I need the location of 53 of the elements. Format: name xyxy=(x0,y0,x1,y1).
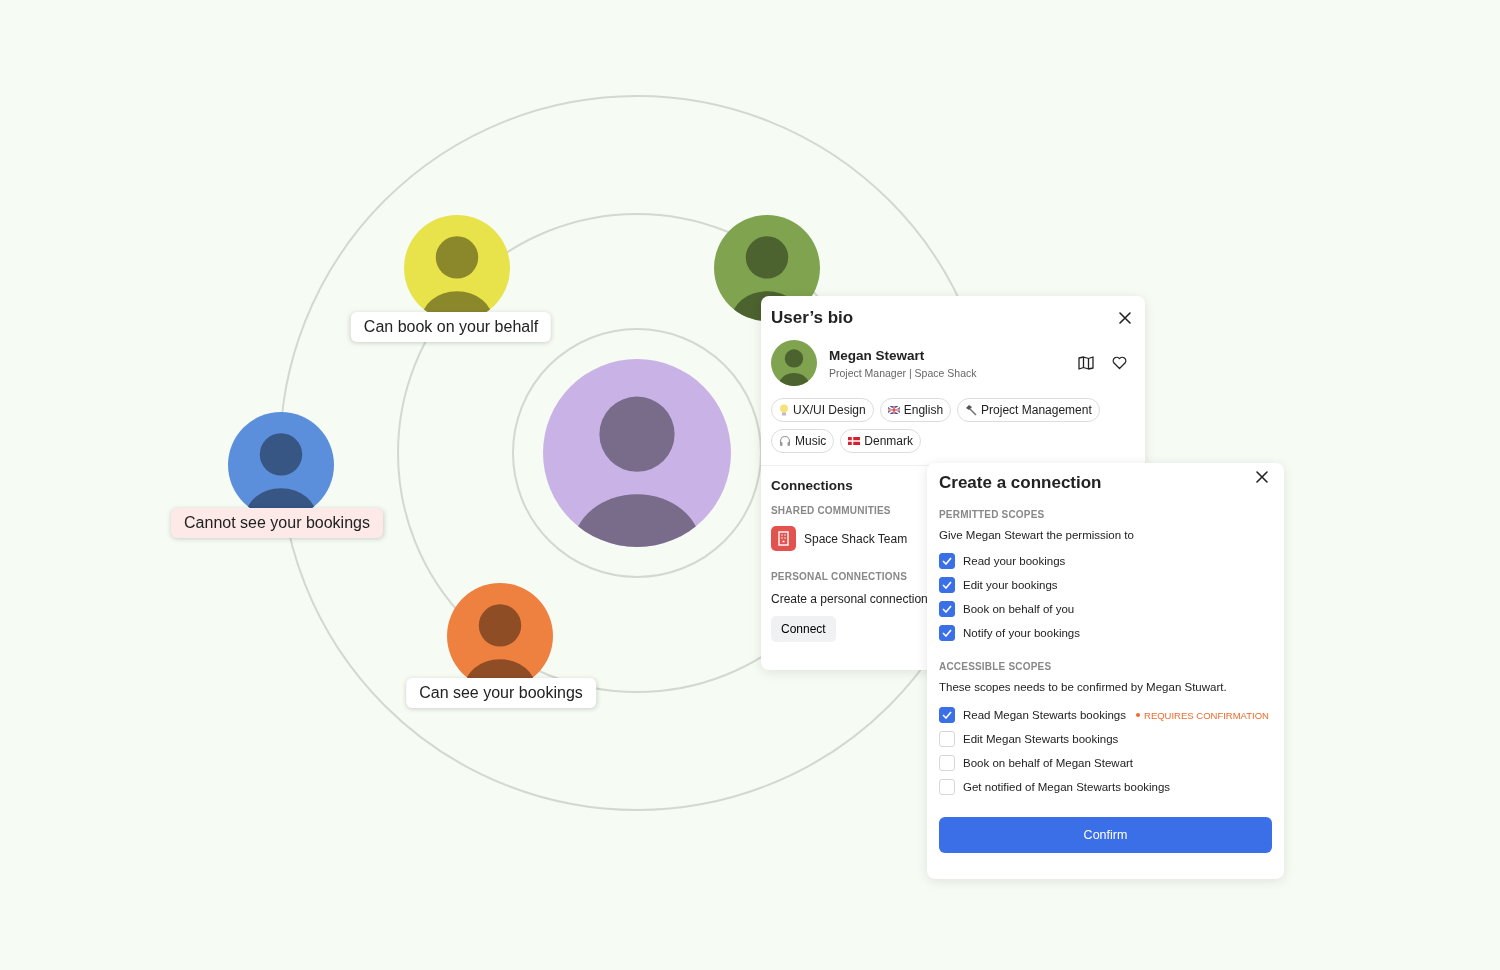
community-name[interactable]: Space Shack Team xyxy=(804,531,908,546)
scope-label: Book on behalf of Megan Stewart xyxy=(963,757,1134,769)
user-role: Project Manager | Space Shack xyxy=(829,366,978,379)
checkbox[interactable] xyxy=(939,577,955,593)
close-icon[interactable] xyxy=(1119,312,1131,324)
connect-button[interactable]: Connect xyxy=(771,616,836,642)
scope-label: Notify of your bookings xyxy=(963,627,1080,639)
section-description: Give Megan Stewart the permission to xyxy=(939,529,1135,541)
section-heading: PERSONAL CONNECTIONS xyxy=(771,571,908,582)
checkmark-icon xyxy=(942,711,952,719)
avatar xyxy=(771,340,817,386)
requires-confirmation-badge: REQUIRES CONFIRMATION xyxy=(1136,709,1269,721)
close-icon[interactable] xyxy=(1256,471,1268,483)
lightbulb-icon xyxy=(779,404,789,416)
map-icon[interactable] xyxy=(1078,356,1094,370)
scope-label: Book on behalf of you xyxy=(963,603,1075,615)
checkbox[interactable] xyxy=(939,601,955,617)
checkmark-icon xyxy=(942,629,952,637)
checkmark-icon xyxy=(942,581,952,589)
checkbox[interactable] xyxy=(939,625,955,641)
card-title: Create a connection xyxy=(939,473,1102,493)
section-heading: SHARED COMMUNITIES xyxy=(771,505,891,516)
tag-chip[interactable]: Denmark xyxy=(840,429,922,453)
checkmark-icon xyxy=(942,605,952,613)
personal-connection-text: Create a personal connection xyxy=(771,592,929,606)
permission-label: Can book on your behalf xyxy=(350,312,552,342)
scope-label: Edit your bookings xyxy=(963,579,1058,591)
section-description: These scopes needs to be confirmed by Megan Stuwart. xyxy=(939,681,1228,693)
scope-label: Edit Megan Stewarts bookings xyxy=(963,733,1119,745)
flag-icon xyxy=(887,406,900,414)
tag-chip[interactable]: English xyxy=(879,398,952,422)
flag-icon xyxy=(848,437,861,445)
confirm-button[interactable]: Confirm xyxy=(939,817,1272,853)
permission-label: Cannot see your bookings xyxy=(171,508,383,538)
scope-label: Get notified of Megan Stewarts bookings xyxy=(963,781,1171,793)
section-title: Connections xyxy=(771,478,853,493)
checkmark-icon xyxy=(942,557,952,565)
heart-icon[interactable] xyxy=(1112,356,1127,370)
card-title: User’s bio xyxy=(771,308,854,328)
headphones-icon xyxy=(779,435,791,447)
section-heading: ACCESSIBLE SCOPES xyxy=(939,661,1052,672)
checkbox[interactable] xyxy=(939,707,955,723)
tag-chip[interactable]: Music xyxy=(771,429,835,453)
tag-chip[interactable]: UX/UI Design xyxy=(771,398,874,422)
scope-label: Read Megan Stewarts bookings xyxy=(963,709,1126,721)
tag-chip[interactable]: Project Management xyxy=(957,398,1100,422)
section-heading: PERMITTED SCOPES xyxy=(939,509,1045,520)
scope-label: Read your bookings xyxy=(963,555,1066,567)
hammer-icon xyxy=(965,404,978,416)
permission-label: Can see your bookings xyxy=(406,678,596,708)
checkbox[interactable] xyxy=(939,553,955,569)
user-name: Megan Stewart xyxy=(829,347,926,363)
building-icon xyxy=(771,526,796,551)
